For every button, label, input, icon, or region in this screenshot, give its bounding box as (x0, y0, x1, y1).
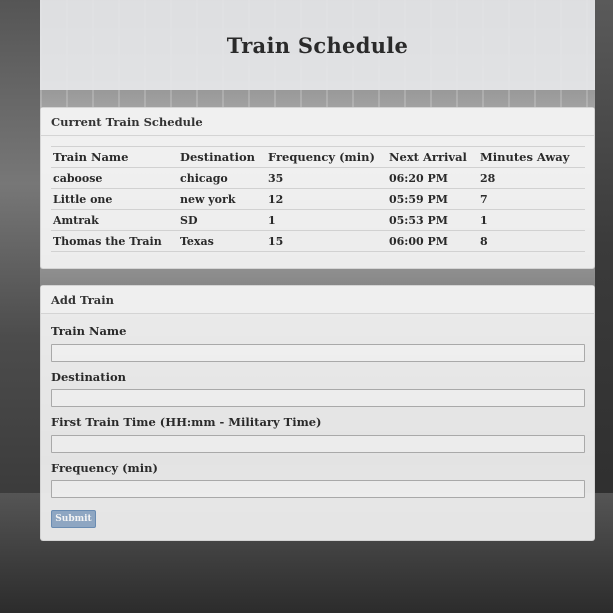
cell-frequency: 1 (266, 209, 387, 231)
cell-destination: SD (178, 209, 266, 231)
cell-minutes-away: 28 (478, 167, 585, 189)
right-pillar (595, 0, 613, 613)
schedule-table: Train Name Destination Frequency (min) N… (51, 146, 585, 252)
add-train-panel-heading: Add Train (41, 286, 594, 314)
table-row: Thomas the Train Texas 15 06:00 PM 8 (51, 230, 585, 252)
column-header-destination: Destination (178, 146, 266, 168)
destination-label: Destination (51, 369, 126, 384)
table-row: Amtrak SD 1 05:53 PM 1 (51, 209, 585, 231)
cell-minutes-away: 8 (478, 230, 585, 252)
table-header-row: Train Name Destination Frequency (min) N… (51, 146, 585, 168)
cell-train-name: Thomas the Train (51, 230, 178, 252)
cell-train-name: Amtrak (51, 209, 178, 231)
cell-destination: new york (178, 188, 266, 210)
cell-minutes-away: 1 (478, 209, 585, 231)
column-header-next-arrival: Next Arrival (387, 146, 478, 168)
table-row: caboose chicago 35 06:20 PM 28 (51, 167, 585, 189)
form-group-train-name: Train Name (51, 324, 585, 362)
cell-next-arrival: 05:59 PM (387, 188, 478, 210)
column-header-train-name: Train Name (51, 146, 178, 168)
schedule-panel-heading: Current Train Schedule (41, 108, 594, 136)
page-title: Train Schedule (226, 32, 409, 58)
add-train-panel: Add Train Train Name Destination First T… (40, 285, 595, 541)
first-train-time-input[interactable] (51, 434, 585, 453)
cell-minutes-away: 7 (478, 188, 585, 210)
add-train-form: Train Name Destination First Train Time … (41, 314, 594, 528)
submit-button[interactable]: Submit (51, 510, 96, 528)
cell-train-name: caboose (51, 167, 178, 189)
column-header-frequency: Frequency (min) (266, 146, 387, 168)
cell-frequency: 12 (266, 188, 387, 210)
form-group-destination: Destination (51, 369, 585, 407)
form-group-first-train-time: First Train Time (HH:mm - Military Time) (51, 415, 585, 453)
cell-destination: chicago (178, 167, 266, 189)
cell-frequency: 15 (266, 230, 387, 252)
first-train-time-label: First Train Time (HH:mm - Military Time) (51, 415, 322, 429)
column-header-minutes-away: Minutes Away (478, 146, 585, 168)
left-pillar (0, 0, 40, 613)
cell-next-arrival: 06:00 PM (387, 230, 478, 252)
table-row: Little one new york 12 05:59 PM 7 (51, 188, 585, 210)
train-name-input[interactable] (51, 343, 585, 362)
frequency-input[interactable] (51, 480, 585, 498)
form-group-frequency: Frequency (min) (51, 460, 585, 498)
page-header: Train Schedule (40, 0, 595, 90)
cell-next-arrival: 06:20 PM (387, 167, 478, 189)
schedule-panel: Current Train Schedule Train Name Destin… (40, 107, 595, 269)
cell-next-arrival: 05:53 PM (387, 209, 478, 231)
cell-destination: Texas (178, 230, 266, 252)
cell-train-name: Little one (51, 188, 178, 210)
cell-frequency: 35 (266, 167, 387, 189)
train-name-label: Train Name (51, 324, 127, 338)
destination-input[interactable] (51, 389, 585, 407)
frequency-label: Frequency (min) (51, 460, 158, 475)
